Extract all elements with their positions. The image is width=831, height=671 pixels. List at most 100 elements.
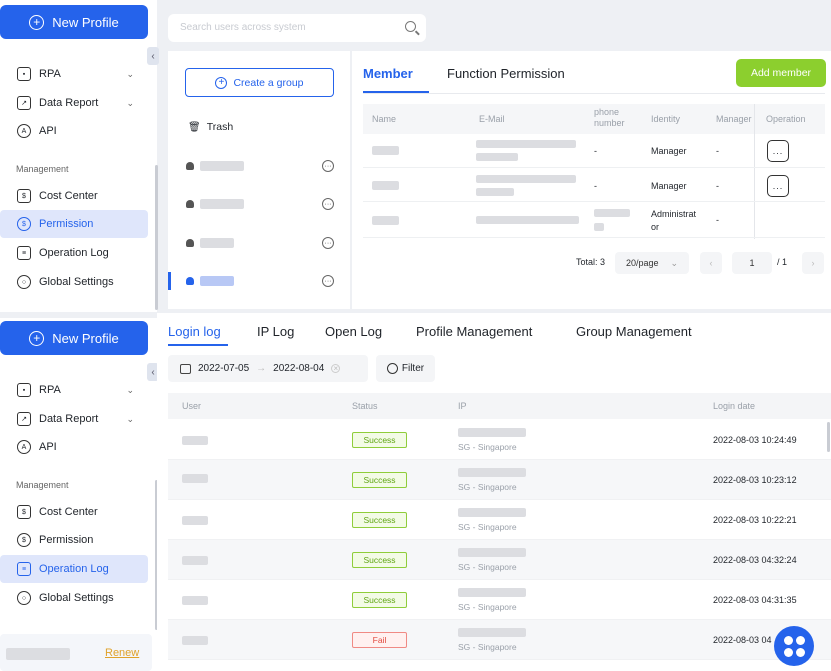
tabs-divider xyxy=(363,93,825,94)
chevron-down-icon: ⌄ xyxy=(126,413,134,424)
log-date: 2022-08-03 10:23:12 xyxy=(713,475,797,485)
sidebar-item-cost-center[interactable]: $ Cost Center xyxy=(0,498,148,526)
group-item[interactable]: ··· xyxy=(186,233,336,253)
status-badge: Success xyxy=(352,552,407,568)
sidebar-item-operation-log[interactable]: ≡ Operation Log xyxy=(0,239,148,267)
member-name xyxy=(372,216,399,225)
member-identity: Manager xyxy=(651,181,687,191)
sidebar-item-permission[interactable]: $ Permission xyxy=(0,526,148,554)
member-table-header: Name E-Mail phone number Identity Manage… xyxy=(363,104,825,134)
sidebar-item-global-settings[interactable]: ○ Global Settings xyxy=(0,584,148,612)
log-ip xyxy=(458,628,526,637)
sidebar-item-rpa[interactable]: ▪ RPA ⌄ xyxy=(0,60,148,88)
member-manager: - xyxy=(716,181,719,191)
status-badge: Success xyxy=(352,472,407,488)
group-item[interactable]: ··· xyxy=(186,156,336,176)
status-badge: Success xyxy=(352,512,407,528)
sidebar-item-data-report[interactable]: ↗ Data Report ⌄ xyxy=(0,89,148,117)
member-phone-blur xyxy=(594,223,604,231)
sidebar-item-operation-log[interactable]: ≡ Operation Log xyxy=(0,555,148,583)
sidebar-scrollbar[interactable] xyxy=(155,165,158,310)
tab-member[interactable]: Member xyxy=(363,66,413,81)
log-icon: ≡ xyxy=(17,562,31,576)
sidebar-item-global-settings[interactable]: ○ Global Settings xyxy=(0,268,148,296)
add-member-button[interactable]: Add member xyxy=(736,59,826,87)
sidebar-item-label: Global Settings xyxy=(39,276,114,288)
filter-label: Filter xyxy=(401,363,425,374)
search-icon[interactable] xyxy=(405,21,416,32)
member-identity: Manager xyxy=(651,146,687,156)
prev-page-button[interactable]: ‹ xyxy=(700,252,722,274)
chart-icon: ↗ xyxy=(17,412,31,426)
sidebar-item-data-report[interactable]: ↗ Data Report ⌄ xyxy=(0,405,148,433)
column-header: Login date xyxy=(713,401,756,411)
tab-open-log[interactable]: Open Log xyxy=(325,324,382,339)
column-header: phone number xyxy=(594,107,625,128)
member-email xyxy=(476,216,579,224)
renew-link[interactable]: Renew xyxy=(105,647,139,659)
sidebar-item-api[interactable]: A API xyxy=(0,433,148,461)
new-profile-label: New Profile xyxy=(52,14,119,30)
status-badge: Fail xyxy=(352,632,407,648)
selected-indicator xyxy=(168,272,171,290)
tab-ip-log[interactable]: IP Log xyxy=(257,324,294,339)
new-profile-button[interactable]: + New Profile xyxy=(0,5,148,39)
group-name xyxy=(200,199,244,209)
sidebar-bottom xyxy=(0,318,157,671)
apps-fab-button[interactable] xyxy=(774,626,814,666)
person-icon xyxy=(186,239,194,247)
sidebar-item-rpa[interactable]: ▪ RPA ⌄ xyxy=(0,376,148,404)
log-ip-location: SG - Singapore xyxy=(458,562,517,572)
shield-icon: $ xyxy=(17,533,31,547)
sidebar-item-label: Permission xyxy=(39,218,94,230)
more-options-icon[interactable]: ··· xyxy=(322,275,334,287)
page-size-select[interactable]: 20/page ⌄ xyxy=(615,252,689,274)
section-label-management: Management xyxy=(16,480,69,490)
member-name xyxy=(372,146,399,155)
sidebar-item-permission[interactable]: $ Permission xyxy=(0,210,148,238)
column-header: Status xyxy=(352,401,378,411)
sidebar-item-cost-center[interactable]: $ Cost Center xyxy=(0,182,148,210)
sidebar-item-label: Cost Center xyxy=(39,190,98,202)
column-header: E-Mail xyxy=(479,114,505,124)
member-name xyxy=(372,181,399,190)
trash-item[interactable]: 🗑 Trash xyxy=(188,121,233,133)
next-page-button[interactable]: › xyxy=(802,252,824,274)
sidebar-item-api[interactable]: A API xyxy=(0,117,148,145)
filter-button[interactable]: Filter xyxy=(376,355,435,382)
group-item[interactable]: ··· xyxy=(186,194,336,214)
sidebar-item-label: API xyxy=(39,125,57,137)
log-table-scrollbar[interactable] xyxy=(827,422,830,452)
search-placeholder: Search users across system xyxy=(180,22,306,33)
log-user xyxy=(182,556,208,565)
more-options-icon[interactable]: ··· xyxy=(322,160,334,172)
clear-icon[interactable]: × xyxy=(331,364,341,373)
search-input[interactable]: Search users across system xyxy=(168,14,426,42)
log-date: 2022-08-03 10:24:49 xyxy=(713,435,797,445)
tab-profile-management[interactable]: Profile Management xyxy=(416,324,532,339)
sidebar-item-label: RPA xyxy=(39,68,61,80)
tab-group-management[interactable]: Group Management xyxy=(576,324,692,339)
page-input[interactable]: 1 xyxy=(732,252,772,274)
more-options-icon[interactable]: ··· xyxy=(322,198,334,210)
log-icon: ≡ xyxy=(17,246,31,260)
more-options-icon[interactable]: ··· xyxy=(322,237,334,249)
person-icon xyxy=(186,162,194,170)
date-range-picker[interactable]: 2022-07-05 → 2022-08-04 × xyxy=(168,355,368,382)
log-date: 2022-08-03 04:32:24 xyxy=(713,555,797,565)
tab-login-log[interactable]: Login log xyxy=(168,324,221,339)
operation-more-button[interactable]: ... xyxy=(767,140,789,162)
shield-icon: $ xyxy=(17,217,31,231)
new-profile-button[interactable]: + New Profile xyxy=(0,321,148,355)
collapse-sidebar-button[interactable]: ‹ xyxy=(147,47,159,65)
member-email xyxy=(476,175,576,183)
log-user xyxy=(182,596,208,605)
operation-more-button[interactable]: ... xyxy=(767,175,789,197)
column-header: Identity xyxy=(651,114,681,124)
tab-function-permission[interactable]: Function Permission xyxy=(447,66,565,81)
log-user xyxy=(182,436,208,445)
group-item-selected[interactable]: ··· xyxy=(186,271,336,291)
create-group-button[interactable]: + Create a group xyxy=(185,68,334,97)
member-identity: Administrator xyxy=(651,209,697,232)
sidebar-item-label: API xyxy=(39,441,57,453)
